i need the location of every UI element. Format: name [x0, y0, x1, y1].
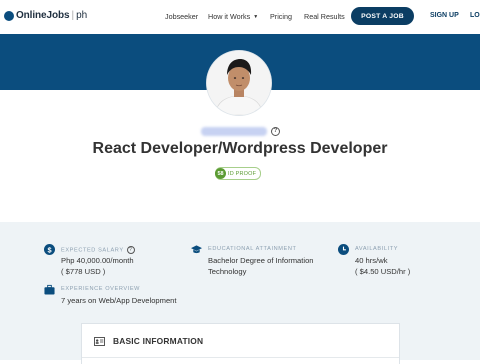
id-proof-badge[interactable]: 58 ID PROOF	[215, 167, 262, 180]
basic-information-title: BASIC INFORMATION	[113, 336, 204, 346]
logo-suffix: ph	[76, 10, 88, 21]
clock-icon	[338, 244, 349, 255]
salary-help-icon[interactable]: ?	[126, 246, 135, 254]
id-card-icon	[94, 336, 105, 346]
salary-monthly: Php 40,000.00/month	[61, 256, 134, 265]
availability-rate: ( $4.50 USD/hr )	[355, 267, 411, 276]
logo-text: OnlineJobs	[16, 10, 70, 21]
expected-salary-label-text: EXPECTED SALARY	[61, 247, 124, 254]
caret-down-icon: ▼	[253, 14, 259, 21]
education-line-1: Bachelor Degree of Information	[208, 256, 314, 265]
availability-label: AVAILABILITY	[355, 246, 399, 252]
logo-mark-icon	[4, 10, 14, 21]
card-divider	[82, 357, 399, 358]
id-proof-score: 58	[215, 168, 226, 179]
basic-information-card: BASIC INFORMATION	[81, 323, 400, 364]
profile-title: React Developer/Wordpress Developer	[92, 140, 388, 157]
post-a-job-button[interactable]: POST A JOB	[351, 7, 414, 25]
education-label: EDUCATIONAL ATTAINMENT	[208, 246, 297, 252]
availability-value: 40 hrs/wk ( $4.50 USD/hr )	[355, 255, 410, 277]
nav-link-pricing[interactable]: Pricing	[270, 12, 292, 21]
briefcase-icon	[44, 284, 55, 295]
expected-salary-value: Php 40,000.00/month ( $778 USD )	[61, 255, 134, 277]
login-link[interactable]: LO	[470, 12, 480, 19]
top-navbar: OnlineJobs | ph Jobseeker How it Works ▼ …	[0, 0, 480, 34]
avatar-photo	[207, 51, 271, 115]
experience-label: EXPERIENCE OVERVIEW	[61, 286, 141, 292]
basic-information-header: BASIC INFORMATION	[94, 336, 203, 346]
education-line-2: Technology	[208, 267, 247, 276]
salary-usd: ( $778 USD )	[61, 267, 106, 276]
nav-link-real-results[interactable]: Real Results	[304, 12, 345, 21]
logo-separator: |	[71, 10, 75, 21]
education-value: Bachelor Degree of Information Technolog…	[208, 255, 314, 277]
dollar-icon: $	[44, 244, 55, 255]
nav-link-how-it-works[interactable]: How it Works ▼	[208, 12, 258, 21]
nav-link-jobseeker[interactable]: Jobseeker	[165, 12, 198, 21]
svg-text:$: $	[47, 245, 51, 254]
blurred-username	[201, 127, 267, 136]
availability-hours: 40 hrs/wk	[355, 256, 388, 265]
site-logo[interactable]: OnlineJobs | ph	[4, 10, 87, 21]
expected-salary-label: EXPECTED SALARY?	[61, 246, 135, 254]
id-proof-label: ID PROOF	[228, 170, 257, 177]
sign-up-link[interactable]: SIGN UP	[430, 12, 459, 19]
profile-avatar	[207, 51, 271, 115]
experience-value: 7 years on Web/App Development	[61, 296, 177, 305]
graduation-cap-icon	[191, 245, 202, 254]
nav-link-how-it-works-label: How it Works	[208, 12, 251, 21]
help-icon[interactable]: ?	[271, 127, 280, 136]
